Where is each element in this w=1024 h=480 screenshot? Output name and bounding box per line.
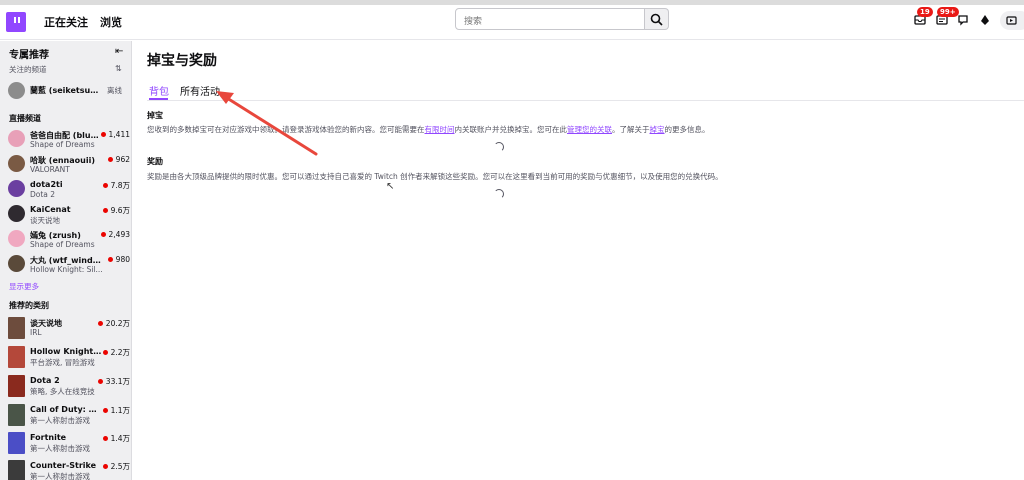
annotation-arrow [216,91,318,156]
